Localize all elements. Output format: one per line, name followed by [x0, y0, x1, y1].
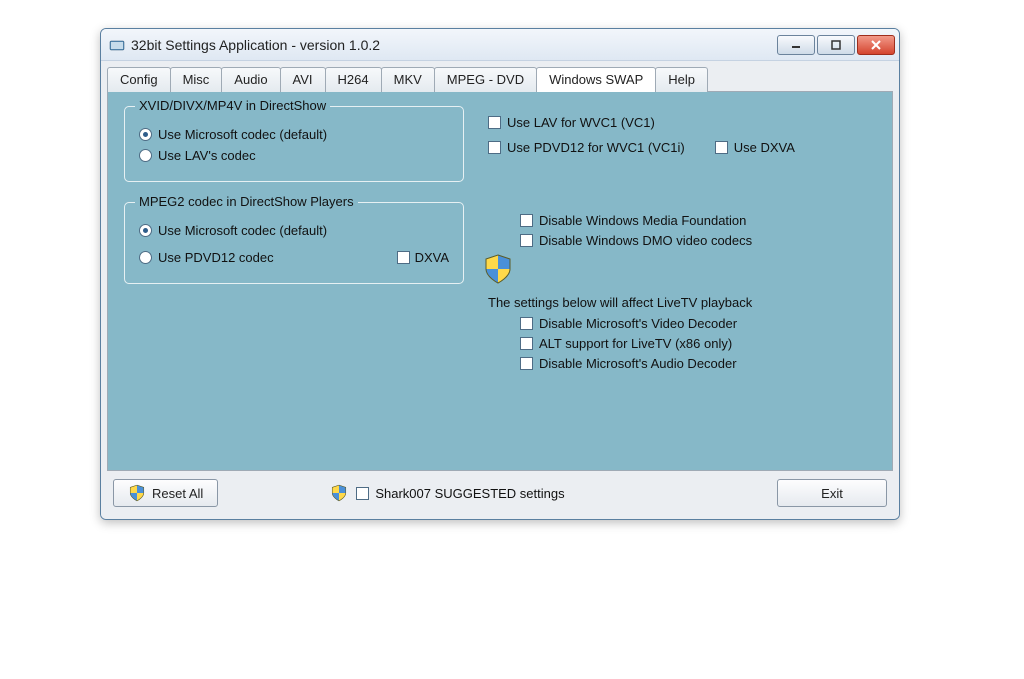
disable-mf-checkbox[interactable]: Disable Windows Media Foundation: [520, 213, 876, 228]
checkbox-icon: [715, 141, 728, 154]
tab-windows-swap[interactable]: Windows SWAP: [536, 67, 656, 92]
xvid-ms-codec-radio[interactable]: Use Microsoft codec (default): [139, 127, 449, 142]
tab-config[interactable]: Config: [107, 67, 171, 92]
right-column: Use LAV for WVC1 (VC1) Use PDVD12 for WV…: [488, 106, 876, 452]
livetv-info-text: The settings below will affect LiveTV pl…: [488, 295, 876, 310]
checkbox-icon: [520, 357, 533, 370]
exit-label: Exit: [821, 486, 843, 501]
pdvd12-wvc1i-checkbox[interactable]: Use PDVD12 for WVC1 (VC1i): [488, 140, 685, 155]
reset-all-label: Reset All: [152, 486, 203, 501]
tab-audio[interactable]: Audio: [221, 67, 280, 92]
checkbox-icon: [520, 337, 533, 350]
lav-wvc1-label: Use LAV for WVC1 (VC1): [507, 115, 655, 130]
footer: Reset All Shark007 SUGGESTED settings Ex…: [107, 471, 893, 513]
xvid-lav-codec-radio[interactable]: Use LAV's codec: [139, 148, 449, 163]
app-icon: [109, 37, 125, 53]
tab-mkv[interactable]: MKV: [381, 67, 435, 92]
mpeg2-pdvd12-label: Use PDVD12 codec: [158, 250, 274, 265]
disable-dmo-label: Disable Windows DMO video codecs: [539, 233, 752, 248]
disable-mf-label: Disable Windows Media Foundation: [539, 213, 746, 228]
xvid-legend: XVID/DIVX/MP4V in DirectShow: [135, 98, 330, 113]
xvid-lav-codec-label: Use LAV's codec: [158, 148, 256, 163]
checkbox-icon: [520, 214, 533, 227]
suggested-settings-label: Shark007 SUGGESTED settings: [375, 486, 564, 501]
reset-all-button[interactable]: Reset All: [113, 479, 218, 507]
app-window: 32bit Settings Application - version 1.0…: [100, 28, 900, 520]
window-controls: [777, 35, 895, 55]
left-column: XVID/DIVX/MP4V in DirectShow Use Microso…: [124, 106, 464, 452]
tab-strip: ConfigMiscAudioAVIH264MKVMPEG - DVDWindo…: [107, 67, 893, 92]
close-button[interactable]: [857, 35, 895, 55]
use-dxva-checkbox[interactable]: Use DXVA: [715, 140, 795, 155]
use-dxva-label: Use DXVA: [734, 140, 795, 155]
disable-video-decoder-checkbox[interactable]: Disable Microsoft's Video Decoder: [520, 316, 876, 331]
suggested-settings-checkbox[interactable]: Shark007 SUGGESTED settings: [356, 486, 564, 501]
radio-icon: [139, 149, 152, 162]
exit-button[interactable]: Exit: [777, 479, 887, 507]
mpeg2-pdvd12-radio[interactable]: Use PDVD12 codec: [139, 250, 274, 265]
titlebar[interactable]: 32bit Settings Application - version 1.0…: [101, 29, 899, 61]
mpeg2-dxva-label: DXVA: [415, 250, 449, 265]
mpeg2-legend: MPEG2 codec in DirectShow Players: [135, 194, 358, 209]
shield-icon: [330, 484, 348, 502]
mpeg2-ms-codec-radio[interactable]: Use Microsoft codec (default): [139, 223, 449, 238]
tab-h264[interactable]: H264: [325, 67, 382, 92]
radio-icon: [139, 224, 152, 237]
tab-mpeg-dvd[interactable]: MPEG - DVD: [434, 67, 537, 92]
shield-icon: [128, 484, 146, 502]
checkbox-icon: [397, 251, 410, 264]
mpeg2-dxva-checkbox[interactable]: DXVA: [397, 250, 449, 265]
disable-audio-decoder-label: Disable Microsoft's Audio Decoder: [539, 356, 737, 371]
close-icon: [871, 40, 881, 50]
client-area: ConfigMiscAudioAVIH264MKVMPEG - DVDWindo…: [101, 61, 899, 519]
checkbox-icon: [488, 141, 501, 154]
lav-wvc1-checkbox[interactable]: Use LAV for WVC1 (VC1): [488, 115, 876, 130]
checkbox-icon: [520, 234, 533, 247]
checkbox-icon: [488, 116, 501, 129]
disable-video-decoder-label: Disable Microsoft's Video Decoder: [539, 316, 737, 331]
minimize-button[interactable]: [777, 35, 815, 55]
pdvd12-wvc1i-label: Use PDVD12 for WVC1 (VC1i): [507, 140, 685, 155]
checkbox-icon: [520, 317, 533, 330]
radio-icon: [139, 251, 152, 264]
window-title: 32bit Settings Application - version 1.0…: [131, 37, 777, 53]
xvid-groupbox: XVID/DIVX/MP4V in DirectShow Use Microso…: [124, 106, 464, 182]
disable-dmo-checkbox[interactable]: Disable Windows DMO video codecs: [520, 233, 876, 248]
maximize-icon: [831, 40, 841, 50]
minimize-icon: [791, 40, 801, 50]
tab-avi[interactable]: AVI: [280, 67, 326, 92]
tab-help[interactable]: Help: [655, 67, 708, 92]
shield-icon: [482, 253, 514, 285]
xvid-ms-codec-label: Use Microsoft codec (default): [158, 127, 327, 142]
disable-audio-decoder-checkbox[interactable]: Disable Microsoft's Audio Decoder: [520, 356, 876, 371]
tab-panel-windows-swap: XVID/DIVX/MP4V in DirectShow Use Microso…: [107, 91, 893, 471]
tab-misc[interactable]: Misc: [170, 67, 223, 92]
checkbox-icon: [356, 487, 369, 500]
alt-livetv-checkbox[interactable]: ALT support for LiveTV (x86 only): [520, 336, 876, 351]
maximize-button[interactable]: [817, 35, 855, 55]
mpeg2-groupbox: MPEG2 codec in DirectShow Players Use Mi…: [124, 202, 464, 284]
alt-livetv-label: ALT support for LiveTV (x86 only): [539, 336, 732, 351]
radio-icon: [139, 128, 152, 141]
mpeg2-ms-codec-label: Use Microsoft codec (default): [158, 223, 327, 238]
